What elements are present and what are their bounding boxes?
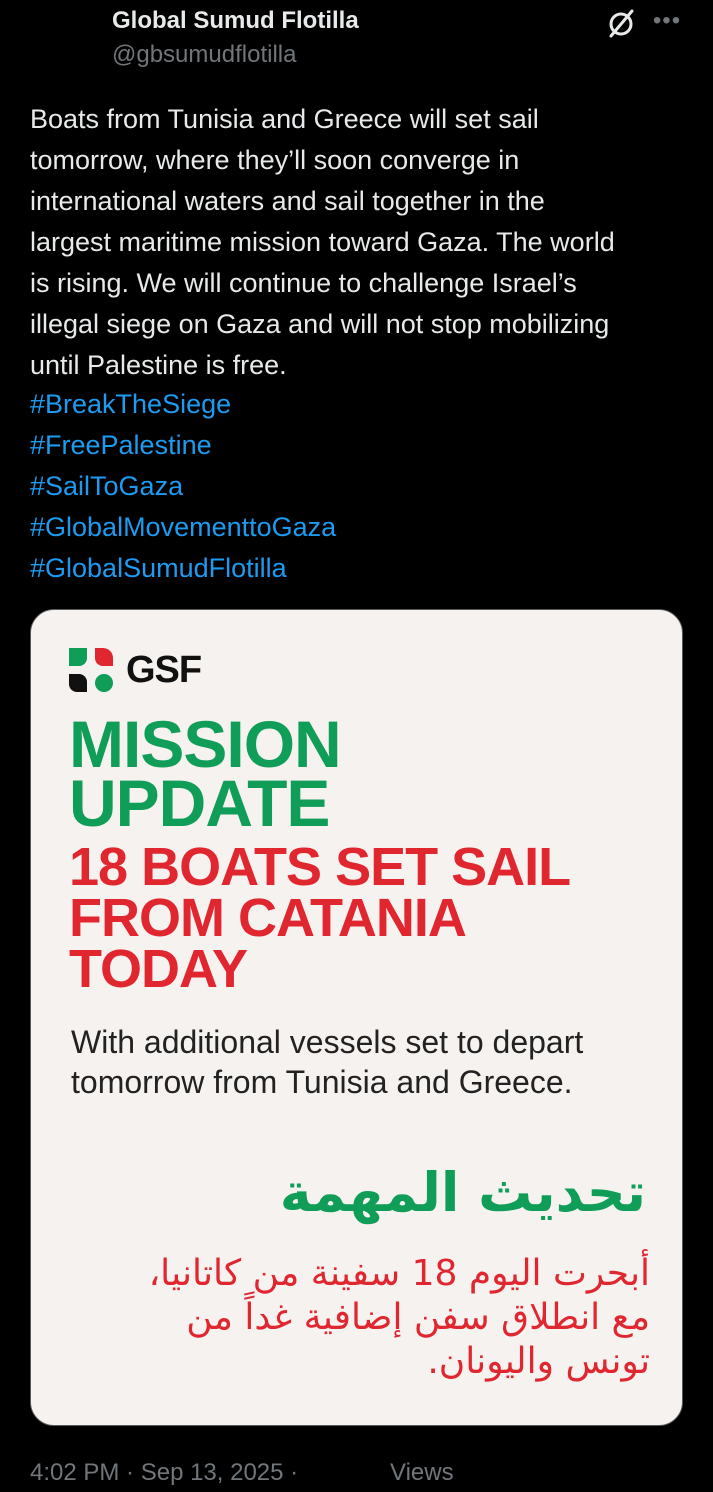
post-header: Global Sumud Flotilla @gbsumudflotilla •… xyxy=(0,0,713,80)
media-description: With additional vessels set to depart to… xyxy=(71,1024,584,1100)
boats-subheadline: 18 BOATS SET SAIL FROM CATANIA TODAY xyxy=(69,837,571,999)
post-text: Boats from Tunisia and Greece will set s… xyxy=(30,104,615,380)
hashtag-link[interactable]: #GlobalSumudFlotilla xyxy=(30,548,690,589)
hashtag-list: #BreakTheSiege #FreePalestine #SailToGaz… xyxy=(30,384,690,589)
hashtag-link[interactable]: #FreePalestine xyxy=(30,425,690,466)
post-footer: 4:02 PM · Sep 13, 2025 · Views xyxy=(30,1456,710,1490)
post-media-image[interactable]: GSF MISSION UPDATE 18 BOATS SET SAIL FRO… xyxy=(30,609,683,1426)
author-name[interactable]: Global Sumud Flotilla xyxy=(112,7,359,35)
arabic-body: أبحرت اليوم 18 سفينة من كاتانيا، مع انطل… xyxy=(148,1253,650,1382)
author-handle[interactable]: @gbsumudflotilla xyxy=(112,41,296,69)
hashtag-link[interactable]: #BreakTheSiege xyxy=(30,384,690,425)
gsf-logo-text: GSF xyxy=(126,649,202,691)
views-label: Views xyxy=(390,1459,454,1486)
mission-update-headline: MISSION UPDATE xyxy=(69,707,342,840)
gsf-logo-icon xyxy=(69,648,113,692)
grok-icon[interactable] xyxy=(604,6,638,40)
arabic-title: تحديث المهمة xyxy=(279,1161,646,1224)
hashtag-link[interactable]: #GlobalMovementtoGaza xyxy=(30,507,690,548)
more-options-icon[interactable]: ••• xyxy=(652,6,682,36)
post-timestamp[interactable]: 4:02 PM · Sep 13, 2025 · xyxy=(30,1459,298,1486)
hashtag-link[interactable]: #SailToGaza xyxy=(30,466,690,507)
